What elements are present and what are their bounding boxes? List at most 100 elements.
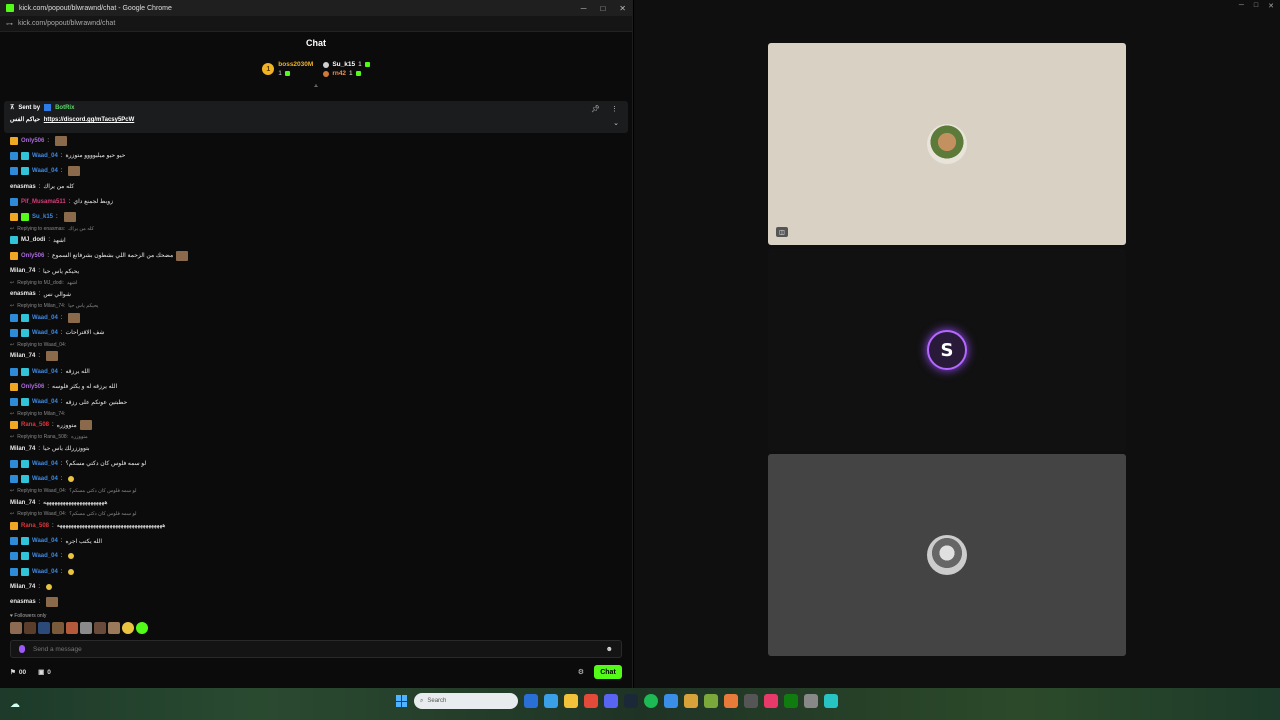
app-icon[interactable] bbox=[684, 694, 698, 708]
emote-icon[interactable] bbox=[38, 622, 50, 634]
chat-message[interactable]: Waad_04: شف الاقتراحات bbox=[10, 325, 622, 340]
maximize-button[interactable]: □ bbox=[600, 4, 605, 13]
emote-icon[interactable] bbox=[80, 622, 92, 634]
chat-message[interactable]: MJ_dodi: اشهد bbox=[10, 233, 622, 248]
chat-username[interactable]: Waad_04 bbox=[32, 399, 58, 405]
chat-username[interactable]: Waad_04 bbox=[32, 369, 58, 375]
leader-second[interactable]: Su_k15 1 bbox=[323, 61, 370, 68]
emote-icon[interactable] bbox=[122, 622, 134, 634]
edge-icon[interactable] bbox=[544, 694, 558, 708]
pin-icon[interactable]: 📌︎ bbox=[591, 105, 600, 113]
file-explorer-icon[interactable] bbox=[564, 694, 578, 708]
url-text[interactable]: kick.com/popout/blwrawnd/chat bbox=[18, 20, 115, 27]
spotify-icon[interactable] bbox=[644, 694, 658, 708]
chat-message[interactable]: Waad_04: bbox=[10, 164, 622, 179]
viewers-stat[interactable]: ⚑ 00 bbox=[10, 668, 26, 677]
chat-username[interactable]: Waad_04 bbox=[32, 315, 58, 321]
chat-username[interactable]: Waad_04 bbox=[32, 330, 58, 336]
chat-username[interactable]: Waad_04 bbox=[32, 569, 58, 575]
chat-username[interactable]: Only506 bbox=[21, 253, 44, 259]
address-bar[interactable]: ⊶ kick.com/popout/blwrawnd/chat bbox=[0, 16, 632, 32]
chat-username[interactable]: Waad_04 bbox=[32, 461, 58, 467]
app-icon[interactable] bbox=[824, 694, 838, 708]
participant-tile[interactable]: ◫ bbox=[768, 43, 1126, 245]
chat-message[interactable]: Waad_04: bbox=[10, 472, 622, 487]
emote-icon[interactable] bbox=[52, 622, 64, 634]
points-stat[interactable]: ▣ 0 bbox=[38, 668, 51, 677]
site-info-icon[interactable]: ⊶ bbox=[6, 20, 13, 28]
chat-message[interactable]: Waad_04: bbox=[10, 549, 622, 564]
chat-message[interactable]: Waad_04: الله يكتب اجره bbox=[10, 534, 622, 549]
chat-username[interactable]: enasmas bbox=[10, 291, 36, 297]
chat-message[interactable]: Waad_04: حيو حيو ميليوووو متوزرة bbox=[10, 148, 622, 163]
chat-message[interactable]: Milan_74: بتووززرلك ياس حيا bbox=[10, 441, 622, 456]
emote-icon[interactable] bbox=[136, 622, 148, 634]
chat-message[interactable]: Milan_74: يحيكم ياس حيا bbox=[10, 263, 622, 278]
pinned-link[interactable]: https://discord.gg/mTacsy5PcW bbox=[44, 117, 135, 123]
app-icon[interactable] bbox=[764, 694, 778, 708]
minimize-button[interactable]: ─ bbox=[581, 4, 587, 13]
chat-message[interactable]: Waad_04: لو سمه فلوس كان دكتي مسكم؟ bbox=[10, 456, 622, 471]
widgets-icon[interactable]: ☁ bbox=[0, 699, 30, 710]
app-icon[interactable] bbox=[724, 694, 738, 708]
camera-icon[interactable]: ◫ bbox=[776, 227, 788, 237]
chat-message[interactable]: enasmas: bbox=[10, 595, 622, 610]
close-button[interactable]: ✕ bbox=[1268, 2, 1274, 10]
chat-message-input[interactable] bbox=[33, 645, 606, 653]
chat-username[interactable]: Milan_74 bbox=[10, 446, 35, 452]
xbox-icon[interactable] bbox=[784, 694, 798, 708]
chat-message[interactable]: Pif_Musama511: زوبط لجمنع داي bbox=[10, 194, 622, 209]
windows-icon[interactable] bbox=[396, 695, 408, 707]
app-icon[interactable] bbox=[804, 694, 818, 708]
emote-icon[interactable] bbox=[66, 622, 78, 634]
chat-input-box[interactable]: ☻ bbox=[10, 640, 622, 658]
chat-username[interactable]: Waad_04 bbox=[32, 553, 58, 559]
chat-username[interactable]: enasmas bbox=[10, 599, 36, 605]
chat-message[interactable]: Milan_74: bbox=[10, 579, 622, 594]
emote-icon[interactable] bbox=[24, 622, 36, 634]
chrome-icon[interactable] bbox=[584, 694, 598, 708]
app-icon[interactable] bbox=[664, 694, 678, 708]
app-icon[interactable] bbox=[744, 694, 758, 708]
chat-message[interactable]: Rana_508: ههههههههههههههههههههههههههههههه… bbox=[10, 518, 622, 533]
chat-username[interactable]: Rana_508 bbox=[21, 523, 49, 529]
chat-username[interactable]: Rana_508 bbox=[21, 422, 49, 428]
steam-icon[interactable] bbox=[624, 694, 638, 708]
chat-username[interactable]: Pif_Musama511 bbox=[21, 199, 66, 205]
chat-username[interactable]: MJ_dodi bbox=[21, 237, 45, 243]
close-button[interactable]: ✕ bbox=[619, 4, 626, 13]
chat-username[interactable]: Milan_74 bbox=[10, 584, 35, 590]
chat-username[interactable]: Milan_74 bbox=[10, 500, 35, 506]
chat-username[interactable]: Waad_04 bbox=[32, 538, 58, 544]
chat-username[interactable]: Waad_04 bbox=[32, 153, 58, 159]
emote-icon[interactable] bbox=[108, 622, 120, 634]
emote-icon[interactable] bbox=[94, 622, 106, 634]
participant-tile[interactable] bbox=[768, 454, 1126, 656]
participant-tile[interactable]: S bbox=[768, 249, 1126, 451]
maximize-button[interactable]: □ bbox=[1254, 2, 1258, 10]
app-icon[interactable] bbox=[704, 694, 718, 708]
chat-username[interactable]: Only506 bbox=[21, 138, 44, 144]
collapse-chevron-icon[interactable]: ⩡ bbox=[0, 83, 632, 92]
chat-message[interactable]: enasmas: كله من يراك bbox=[10, 179, 622, 194]
chat-message[interactable]: Waad_04: bbox=[10, 310, 622, 325]
chat-message[interactable]: Only506: الله يرزقه له و يكثر فلوسه bbox=[10, 379, 622, 394]
leader-third[interactable]: rn42 1 bbox=[323, 70, 369, 77]
chat-username[interactable]: Su_k15 bbox=[32, 214, 53, 220]
chat-username[interactable]: Waad_04 bbox=[32, 476, 58, 482]
leader-first[interactable]: 1 boss2030M 1 bbox=[262, 61, 313, 77]
mic-icon[interactable] bbox=[19, 645, 25, 653]
expand-icon[interactable]: ⌄ bbox=[613, 119, 619, 127]
emoji-icon[interactable]: ☻ bbox=[606, 646, 613, 653]
emote-icon[interactable] bbox=[10, 622, 22, 634]
chat-username[interactable]: Only506 bbox=[21, 384, 44, 390]
chat-username[interactable]: Waad_04 bbox=[32, 168, 58, 174]
chat-message[interactable]: Rana_508: متووزره bbox=[10, 418, 622, 433]
chat-message[interactable]: Waad_04: bbox=[10, 564, 622, 579]
taskbar-search[interactable]: ⌕ Search bbox=[414, 693, 518, 709]
chat-message[interactable]: Milan_74: bbox=[10, 349, 622, 364]
more-icon[interactable]: ⋮ bbox=[611, 105, 618, 113]
chat-username[interactable]: Milan_74 bbox=[10, 268, 35, 274]
chat-message[interactable]: Milan_74: ههههههههههههههههههههههه bbox=[10, 495, 622, 510]
chat-message[interactable]: Waad_04: حطبتين عونكم على رزقه bbox=[10, 394, 622, 409]
